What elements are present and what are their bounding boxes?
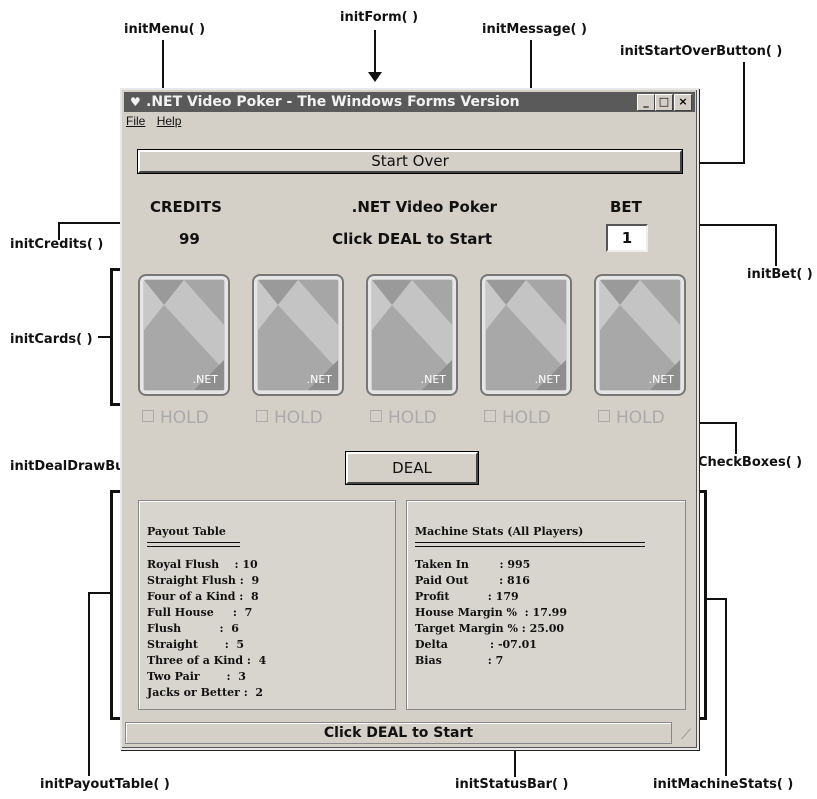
maximize-button[interactable]: □ (655, 94, 673, 111)
credits-value: 99 (179, 230, 200, 248)
checkbox-icon (598, 410, 610, 422)
card-4[interactable]: .NET (480, 274, 572, 396)
hold-label: HOLD (502, 408, 551, 428)
callout-line (735, 422, 737, 454)
callout-line (58, 222, 60, 240)
card-logo: .NET (306, 373, 332, 386)
hold-checkbox-3[interactable]: HOLD (370, 408, 437, 428)
stats-row: Delta : -07.01 (415, 638, 537, 651)
payout-table-panel: Payout Table Royal Flush : 10 Straight Fl… (138, 500, 396, 710)
menu-bar: File Help (126, 114, 189, 128)
card-2[interactable]: .NET (252, 274, 344, 396)
annotation-init-machine-stats: initMachineStats( ) (653, 777, 794, 792)
callout-line (88, 592, 110, 594)
bet-input[interactable]: 1 (606, 224, 648, 252)
hold-checkbox-4[interactable]: HOLD (484, 408, 551, 428)
title-underline (415, 542, 645, 547)
payout-row: Three of a Kind : 4 (147, 654, 267, 667)
card-logo: .NET (534, 373, 560, 386)
bet-label: BET (610, 198, 642, 216)
credits-label: CREDITS (150, 198, 222, 216)
callout-line (775, 224, 777, 266)
stats-row: House Margin % : 17.99 (415, 606, 567, 619)
close-button[interactable]: × (674, 94, 692, 111)
hold-label: HOLD (274, 408, 323, 428)
deal-button[interactable]: DEAL (346, 452, 478, 484)
status-bar: Click DEAL to Start (125, 722, 672, 744)
minimize-button[interactable]: _ (637, 94, 655, 111)
menu-file[interactable]: File (126, 114, 145, 128)
start-over-label: Start Over (371, 152, 449, 170)
payout-row: Jacks or Better : 2 (147, 686, 264, 699)
annotation-init-credits: initCredits( ) (10, 237, 104, 252)
stats-row: Paid Out : 816 (415, 574, 530, 587)
annotation-init-cards: initCards( ) (10, 332, 93, 347)
annotation-init-status-bar: initStatusBar( ) (455, 777, 569, 792)
card-5[interactable]: .NET (594, 274, 686, 396)
hold-checkbox-2[interactable]: HOLD (256, 408, 323, 428)
hold-checkbox-5[interactable]: HOLD (598, 408, 665, 428)
annotation-init-form: initForm( ) (340, 10, 419, 25)
payout-row: Full House : 7 (147, 606, 253, 619)
payout-row: Straight : 5 (147, 638, 245, 651)
message-title: .NET Video Poker (351, 198, 497, 216)
annotation-init-payout-table: initPayoutTable( ) (40, 777, 170, 792)
annotation-init-message: initMessage( ) (482, 22, 587, 37)
hold-label: HOLD (160, 408, 209, 428)
heart-icon: ♥ (130, 95, 141, 109)
resize-grip-icon[interactable]: ⟋ (681, 726, 691, 743)
title-underline (147, 542, 240, 547)
checkbox-icon (256, 410, 268, 422)
callout-line (707, 598, 727, 600)
card-logo: .NET (648, 373, 674, 386)
title-bar[interactable]: ♥ .NET Video Poker - The Windows Forms V… (124, 92, 695, 112)
menu-help[interactable]: Help (157, 114, 182, 128)
callout-line (88, 592, 90, 776)
arrow-down-icon (368, 72, 382, 82)
card-logo: .NET (420, 373, 446, 386)
payout-title: Payout Table (147, 525, 226, 538)
annotation-init-start-over-button: initStartOverButton( ) (620, 44, 783, 59)
checkbox-icon (142, 410, 154, 422)
callout-line (725, 598, 727, 776)
payout-row: Flush : 6 (147, 622, 239, 635)
card-3[interactable]: .NET (366, 274, 458, 396)
stats-row: Bias : 7 (415, 654, 504, 667)
annotation-init-bet: initBet( ) (747, 267, 813, 282)
annotation-init-menu: initMenu( ) (124, 22, 206, 37)
hold-checkbox-1[interactable]: HOLD (142, 408, 209, 428)
callout-line (98, 336, 110, 338)
payout-rows: Royal Flush : 10 Straight Flush : 9 Four o… (147, 557, 266, 701)
card-1[interactable]: .NET (138, 274, 230, 396)
start-over-button[interactable]: Start Over (138, 150, 682, 173)
payout-row: Royal Flush : 10 (147, 558, 258, 571)
hold-label: HOLD (616, 408, 665, 428)
callout-line (743, 62, 745, 164)
machine-stats-panel: Machine Stats (All Players) Taken In : 9… (406, 500, 686, 710)
stats-title: Machine Stats (All Players) (415, 525, 584, 538)
message-text: Click DEAL to Start (332, 230, 492, 248)
payout-row: Four of a Kind : 8 (147, 590, 259, 603)
card-logo: .NET (192, 373, 218, 386)
payout-row: Two Pair : 3 (147, 670, 246, 683)
stats-rows: Taken In : 995 Paid Out : 816 Profit : 179… (415, 557, 567, 669)
deal-label: DEAL (392, 459, 432, 477)
checkbox-icon (370, 410, 382, 422)
checkbox-icon (484, 410, 496, 422)
callout-line (374, 30, 376, 74)
payout-row: Straight Flush : 9 (147, 574, 260, 587)
stats-row: Taken In : 995 (415, 558, 531, 571)
window-title: .NET Video Poker - The Windows Forms Ver… (146, 94, 520, 110)
stats-row: Target Margin % : 25.00 (415, 622, 565, 635)
stats-row: Profit : 179 (415, 590, 519, 603)
poker-window: ♥ .NET Video Poker - The Windows Forms V… (120, 88, 699, 750)
hold-label: HOLD (388, 408, 437, 428)
